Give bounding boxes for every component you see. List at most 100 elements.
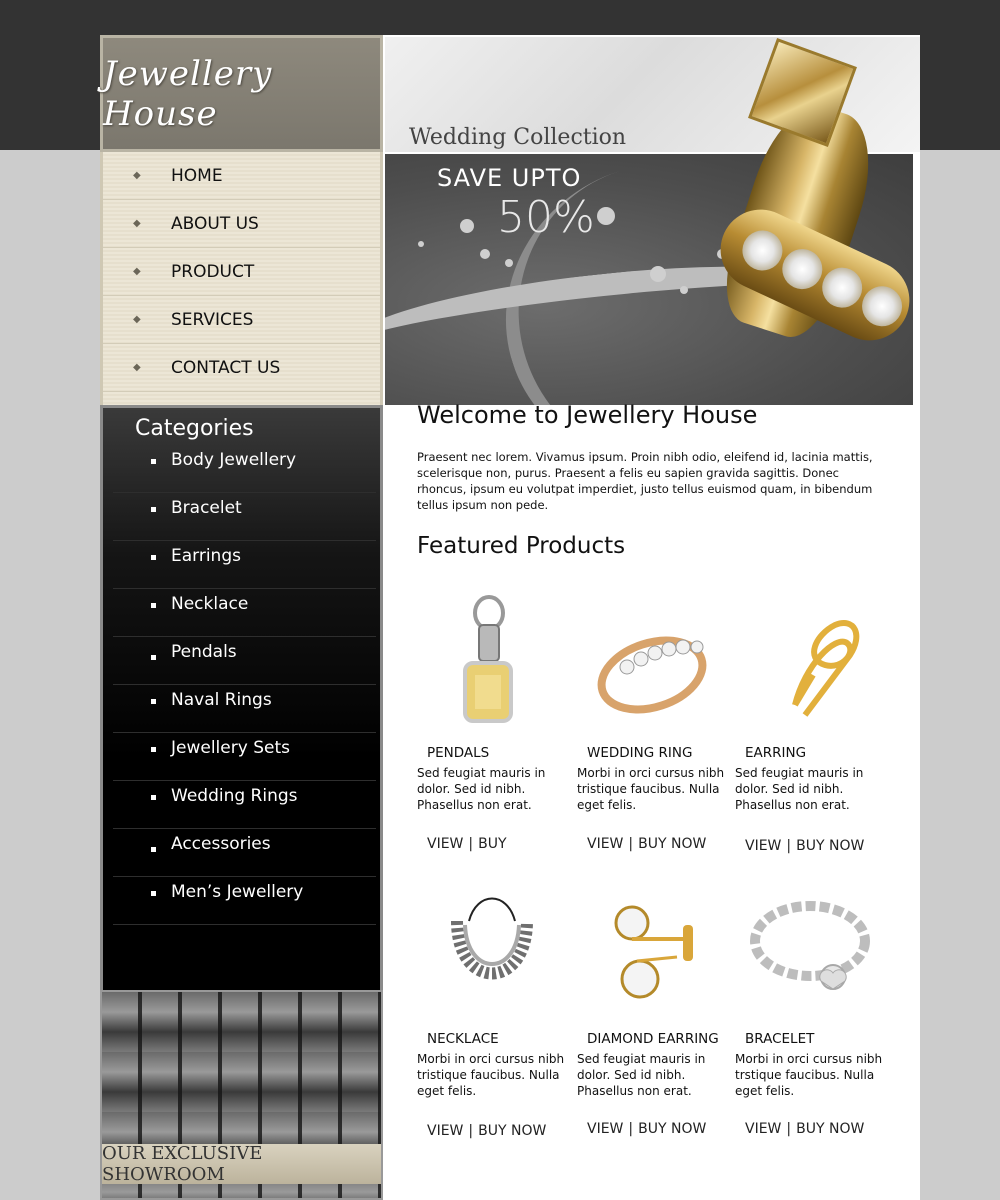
wedding-ring-image[interactable] — [577, 595, 727, 735]
save-upto-text: SAVE UPTO — [437, 164, 582, 192]
category-item[interactable]: Naval Rings — [113, 685, 376, 733]
buy-link[interactable]: BUY NOW — [638, 1121, 706, 1137]
diamond-bullet-icon: ◆ — [133, 218, 141, 229]
link-separator: | — [786, 1121, 792, 1137]
nav-label: PRODUCT — [171, 261, 255, 282]
category-item[interactable]: Earrings — [113, 541, 376, 589]
category-label: Jewellery Sets — [171, 738, 290, 758]
product-links: VIEW | BUY NOW — [745, 1121, 864, 1137]
logo[interactable]: Jewellery House — [100, 35, 383, 152]
link-separator: | — [468, 1123, 474, 1139]
product-name: DIAMOND EARRING — [587, 1031, 719, 1047]
nav-item-about[interactable]: ◆ ABOUT US — [103, 200, 380, 248]
product-links: VIEW | BUY NOW — [587, 836, 706, 852]
category-label: Body Jewellery — [171, 450, 297, 470]
categories-panel: Categories Body Jewellery Bracelet Earri… — [100, 405, 383, 990]
page: Jewellery House Wedding Collection ◆ HOM… — [100, 35, 923, 1200]
category-label: Men’s Jewellery — [171, 882, 304, 902]
category-item[interactable]: Pendals — [113, 637, 376, 685]
nav-item-contact[interactable]: ◆ CONTACT US — [103, 344, 380, 392]
product-name: PENDALS — [427, 745, 490, 761]
featured-title: Featured Products — [417, 533, 626, 559]
product-desc: Morbi in orci cursus nibh trstique fauci… — [735, 1052, 883, 1098]
buy-link[interactable]: BUY NOW — [796, 838, 864, 854]
square-bullet-icon — [151, 555, 156, 560]
category-item[interactable]: Wedding Rings — [113, 781, 376, 829]
collection-title: Wedding Collection — [409, 125, 627, 150]
decorative-dot — [505, 259, 513, 267]
diamond-bullet-icon: ◆ — [133, 266, 141, 277]
square-bullet-icon — [151, 847, 156, 852]
product-links: VIEW | BUY NOW — [745, 838, 864, 854]
category-label: Necklace — [171, 594, 249, 614]
product-name: NECKLACE — [427, 1031, 499, 1047]
category-label: Accessories — [171, 834, 271, 854]
product-name: EARRING — [745, 745, 807, 761]
diamond-bullet-icon: ◆ — [133, 314, 141, 325]
decorative-dot — [650, 266, 666, 282]
main-nav: ◆ HOME ◆ ABOUT US ◆ PRODUCT ◆ SERVICES ◆… — [100, 152, 383, 405]
category-label: Pendals — [171, 642, 237, 662]
product-desc: Sed feugiat mauris in dolor. Sed id nibh… — [417, 766, 546, 812]
earring-image[interactable] — [735, 595, 885, 735]
category-label: Naval Rings — [171, 690, 272, 710]
buy-link[interactable]: BUY — [478, 836, 506, 852]
decorative-dot — [460, 219, 474, 233]
decorative-dot — [480, 249, 490, 259]
category-label: Earrings — [171, 546, 241, 566]
view-link[interactable]: VIEW — [427, 836, 463, 852]
product-name: WEDDING RING — [587, 745, 693, 761]
decorative-dot — [597, 207, 615, 225]
nav-label: CONTACT US — [171, 357, 281, 378]
nav-item-product[interactable]: ◆ PRODUCT — [103, 248, 380, 296]
view-link[interactable]: VIEW — [427, 1123, 463, 1139]
category-label: Bracelet — [171, 498, 242, 518]
decorative-dot — [418, 241, 424, 247]
link-separator: | — [468, 836, 474, 852]
link-separator: | — [628, 836, 634, 852]
bracelet-image[interactable] — [735, 881, 885, 1021]
category-item[interactable]: Accessories — [113, 829, 376, 877]
diamond-stone — [855, 279, 909, 333]
link-separator: | — [786, 838, 792, 854]
product-links: VIEW | BUY — [427, 836, 507, 852]
diamond-bullet-icon: ◆ — [133, 362, 141, 373]
square-bullet-icon — [151, 891, 156, 896]
square-bullet-icon — [151, 655, 156, 660]
nav-label: ABOUT US — [171, 213, 259, 234]
category-item[interactable]: Bracelet — [113, 493, 376, 541]
intro-text: Praesent nec lorem. Vivamus ipsum. Proin… — [417, 450, 873, 512]
view-link[interactable]: VIEW — [745, 838, 781, 854]
showroom-caption-band: OUR EXCLUSIVE SHOWROOM — [102, 1143, 381, 1185]
square-bullet-icon — [151, 603, 156, 608]
categories-title: Categories — [135, 416, 254, 441]
necklace-image[interactable] — [417, 881, 567, 1021]
square-bullet-icon — [151, 795, 156, 800]
product-links: VIEW | BUY NOW — [587, 1121, 706, 1137]
save-percent-text: 50% — [497, 192, 595, 243]
view-link[interactable]: VIEW — [745, 1121, 781, 1137]
buy-link[interactable]: BUY NOW — [638, 836, 706, 852]
view-link[interactable]: VIEW — [587, 1121, 623, 1137]
product-desc: Morbi in orci cursus nibh tristique fauc… — [577, 766, 725, 812]
category-item[interactable]: Body Jewellery — [113, 445, 376, 493]
showroom-label: OUR EXCLUSIVE SHOWROOM — [102, 1143, 263, 1185]
product-desc: Sed feugiat mauris in dolor. Sed id nibh… — [577, 1052, 706, 1098]
diamond-bullet-icon: ◆ — [133, 170, 141, 181]
welcome-title: Welcome to Jewellery House — [417, 401, 758, 429]
view-link[interactable]: VIEW — [587, 836, 623, 852]
category-item[interactable]: Men’s Jewellery — [113, 877, 376, 925]
category-item[interactable]: Jewellery Sets — [113, 733, 376, 781]
diamond-earring-image[interactable] — [577, 881, 727, 1021]
buy-link[interactable]: BUY NOW — [478, 1123, 546, 1139]
nav-item-home[interactable]: ◆ HOME — [103, 152, 380, 200]
category-item[interactable]: Necklace — [113, 589, 376, 637]
pendant-image[interactable] — [417, 595, 567, 735]
category-label: Wedding Rings — [171, 786, 298, 806]
product-desc: Sed feugiat mauris in dolor. Sed id nibh… — [735, 766, 864, 812]
product-name: BRACELET — [745, 1031, 815, 1047]
nav-item-services[interactable]: ◆ SERVICES — [103, 296, 380, 344]
nav-label: HOME — [171, 165, 223, 186]
showroom-image[interactable]: OUR EXCLUSIVE SHOWROOM — [100, 990, 383, 1200]
buy-link[interactable]: BUY NOW — [796, 1121, 864, 1137]
